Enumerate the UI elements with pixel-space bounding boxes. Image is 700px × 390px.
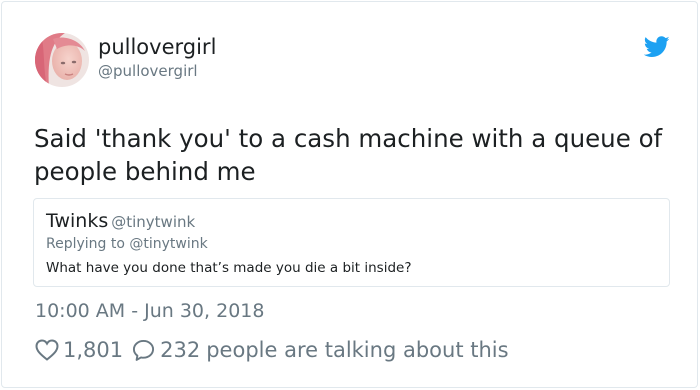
tweet-timestamp[interactable]: 10:00 AM - Jun 30, 2018 [35, 300, 264, 322]
quoted-handle[interactable]: @tinytwink [111, 213, 195, 231]
tweet-text: Said 'thank you' to a cash machine with … [34, 124, 663, 186]
display-name[interactable]: pullovergirl [98, 35, 216, 59]
user-handle[interactable]: @pullovergirl [98, 62, 198, 80]
like-count[interactable]: 1,801 [63, 338, 123, 362]
speech-bubble-icon[interactable] [132, 339, 155, 362]
reply-count[interactable]: 232 [160, 338, 200, 362]
tweet-actions: 1,801 232 people are talking about this [35, 335, 509, 365]
avatar[interactable] [35, 33, 89, 87]
quoted-tweet[interactable]: Twinks @tinytwink Replying to @tinytwink … [33, 198, 670, 287]
quoted-text: What have you done that’s made you die a… [46, 260, 412, 276]
quoted-display-name[interactable]: Twinks [46, 210, 108, 232]
avatar-image [35, 33, 89, 87]
replying-to-label: Replying to @tinytwink [46, 236, 208, 252]
twitter-bird-icon[interactable] [644, 36, 670, 58]
heart-icon[interactable] [35, 339, 59, 361]
talking-about-label[interactable]: people are talking about this [206, 338, 508, 362]
tweet-card[interactable]: pullovergirl @pullovergirl Said 'thank y… [1, 1, 698, 388]
